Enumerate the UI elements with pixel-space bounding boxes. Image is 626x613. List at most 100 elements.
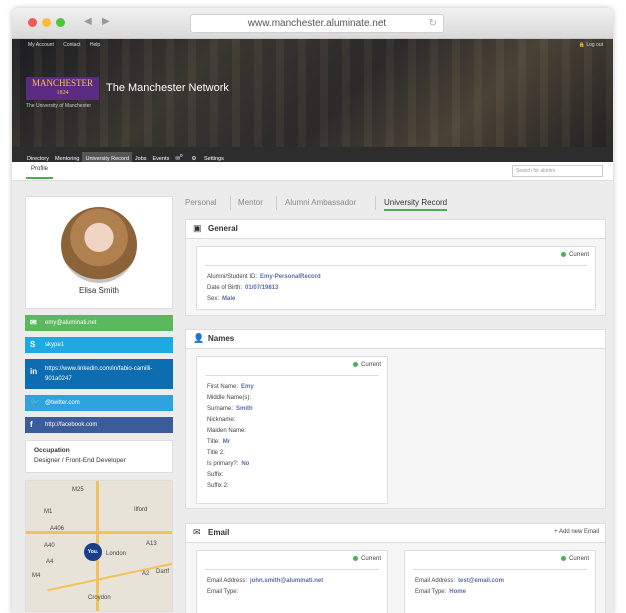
top-links: My Account Contact Help [28,42,108,48]
record-row: Surname: Smith [207,406,253,412]
field-value: Emy [241,384,254,390]
header-banner: My Account Contact Help 🔒 Log out MANCHE… [12,39,613,147]
record-tabs: Personal Mentor Alumni Ambassador Univer… [185,196,604,216]
field-label: Nickname: [207,417,236,423]
logo-year: 1824 [56,90,69,96]
facebook-text: http://facebook.com [45,422,98,428]
field-label: First Name: [207,384,239,390]
profile-sidebar: Elisa Smith ✉ emy@aluminati.net Sskype1 i… [25,196,173,612]
record-row: Maiden Name: [207,428,249,434]
address-bar[interactable]: www.manchester.aluminate.net ↻ [190,14,444,33]
university-logo[interactable]: MANCHESTER 1824 [26,77,99,100]
occupation-title: Occupation [34,447,70,454]
twitter-contact[interactable]: 🐦 @twitter.com [25,395,173,411]
map-label: A4 [46,559,54,565]
record-row: Email Type: Home [415,589,466,595]
tab-divider [276,196,277,210]
section-title: Email [208,528,230,537]
divider [205,569,379,570]
record-row: Nickname: [207,417,238,423]
skype-icon: S [30,340,36,349]
person-icon: 👤 [193,333,205,343]
field-label: Title 2: [207,450,225,456]
general-section: ▣ General Current Alumni/Student ID: Emy-… [185,219,606,316]
tab-profile[interactable]: Profile [26,162,54,179]
field-label: Email Type: [415,589,447,595]
email-text: emy@aluminati.net [45,320,97,326]
close-window-button[interactable] [28,18,37,27]
forward-arrow-icon[interactable]: ▶ [102,16,110,27]
maximize-window-button[interactable] [56,18,65,27]
field-value: Emy-PersonalRecord [260,274,321,280]
search-input[interactable]: Search for alumni [512,165,603,177]
notification-count: 0 [179,153,183,159]
field-label: Email Type: [207,589,239,595]
map-label: A40 [44,543,55,549]
linkedin-contact[interactable]: in https://www.linkedin.com/in/fabio-cami… [25,359,173,389]
record-row: Suffix: [207,472,227,478]
url-text: www.manchester.aluminate.net [247,18,387,29]
record-row: First Name: Emy [207,384,254,390]
my-account-link[interactable]: My Account [28,42,54,48]
reload-icon[interactable]: ↻ [429,15,437,32]
record-row: Title 2: [207,450,228,456]
map-label: A2 [142,571,150,577]
field-value: 01/07/19813 [245,285,279,291]
field-label: Maiden Name: [207,428,247,434]
map-label: A13 [146,541,157,547]
tab-mentor[interactable]: Mentor [238,198,263,207]
help-link[interactable]: Help [90,42,100,48]
tab-university-record[interactable]: University Record [384,198,448,211]
facebook-contact[interactable]: f http://facebook.com [25,417,173,433]
email-contact[interactable]: ✉ emy@aluminati.net [25,315,173,331]
browser-chrome: ◀ ▶ www.manchester.aluminate.net ↻ [12,8,613,39]
field-value: Home [449,589,466,595]
divider [205,375,379,376]
section-title: Names [208,334,235,343]
site-title: The Manchester Network [106,82,229,94]
profile-name: Elisa Smith [78,286,119,295]
field-value: No [241,461,250,467]
envelope-icon: ✉ [193,527,201,537]
field-value: Mr [222,439,231,445]
field-label: Suffix: [207,472,224,478]
email-record-card: Current Email Address: john.smith@alumina… [196,550,388,613]
map-label: London [106,551,127,557]
field-label: Is primary?: [207,461,239,467]
status-badge: Current [561,556,589,562]
map-pin-icon[interactable]: You. [84,543,102,561]
logout-link[interactable]: 🔒 Log out [579,42,603,48]
record-row: Email Address: john.smith@aluminati.net [207,578,323,584]
field-label: Suffix 2: [207,483,229,489]
field-label: Sex: [207,296,220,302]
record-row: Suffix 2: [207,483,232,489]
section-title: General [208,224,238,233]
tab-alumni-ambassador[interactable]: Alumni Ambassador [285,198,356,207]
add-email-button[interactable]: + Add new Email [554,529,599,535]
field-label: Date of Birth: [207,285,243,291]
tab-personal[interactable]: Personal [185,198,217,207]
email-header: ✉ Email + Add new Email [186,524,605,543]
field-value: Male [222,296,236,302]
skype-contact[interactable]: Sskype1 [25,337,173,353]
id-card-icon: ▣ [193,223,202,233]
location-map[interactable]: M25 M1 A406 Ilford A40 A4 M4 London A13 … [25,480,173,612]
twitter-text: @twitter.com [45,400,80,406]
record-row: Alumni/Student ID: Emy-PersonalRecord [207,274,321,280]
general-header: ▣ General [186,220,605,239]
logout-label: Log out [586,42,603,48]
record-row: Middle Name(s): [207,395,254,401]
field-value: test@email.com [458,578,504,584]
names-section: 👤 Names Current First Name: Emy Middle Na… [185,329,606,509]
twitter-icon: 🐦 [30,398,40,407]
profile-card: Elisa Smith [25,196,173,309]
record-row: Title: Mr [207,439,230,445]
names-header: 👤 Names [186,330,605,349]
linkedin-icon: in [30,367,38,376]
university-name: The University of Manchester [26,103,92,109]
contact-link[interactable]: Contact [63,42,80,48]
minimize-window-button[interactable] [42,18,51,27]
back-arrow-icon[interactable]: ◀ [84,16,92,27]
names-record-card: Current First Name: Emy Middle Name(s): S… [196,356,388,504]
map-label: Croydon [88,595,111,601]
